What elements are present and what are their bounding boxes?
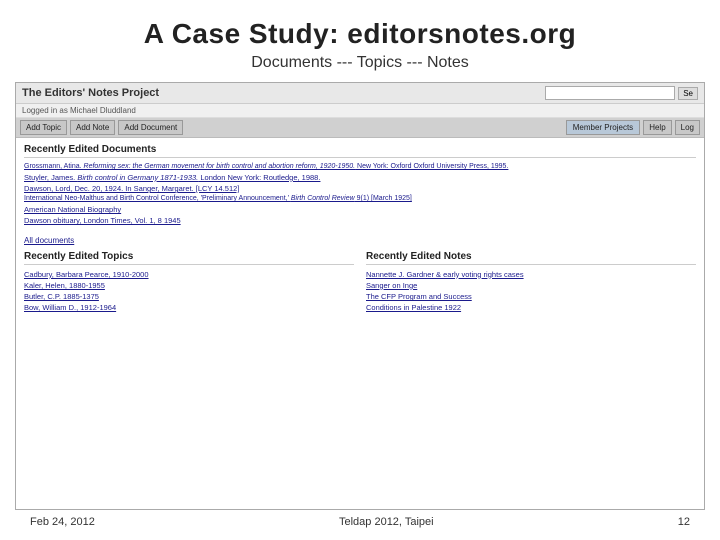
recently-edited-topics-title: Recently Edited Topics: [24, 251, 354, 265]
list-item[interactable]: International Neo-Malthus and Birth Cont…: [24, 194, 696, 204]
footer-page: 12: [678, 516, 690, 528]
member-projects-button[interactable]: Member Projects: [566, 120, 640, 135]
list-item[interactable]: Stuyler, James. Birth control in Germany…: [24, 172, 696, 183]
slide-container: A Case Study: editorsnotes.org Documents…: [0, 0, 720, 540]
logged-in-bar: Logged in as Michael Dluddland: [16, 104, 704, 118]
list-item[interactable]: Grossmann, Atina. Reforming sex: the Ger…: [24, 162, 696, 172]
add-document-button[interactable]: Add Document: [118, 120, 183, 135]
search-button[interactable]: Se: [678, 87, 698, 100]
list-item[interactable]: The CFP Program and Success: [366, 291, 696, 302]
footer-date: Feb 24, 2012: [30, 516, 95, 528]
browser-topbar: The Editors' Notes Project Se: [16, 83, 704, 104]
nav-bar: Add Topic Add Note Add Document Member P…: [16, 118, 704, 138]
help-button[interactable]: Help: [643, 120, 671, 135]
logged-in-text: Logged in as Michael Dluddland: [22, 106, 136, 115]
list-item[interactable]: Conditions in Palestine 1922: [366, 302, 696, 313]
notes-column: Recently Edited Notes Nannette J. Gardne…: [366, 251, 696, 314]
list-item[interactable]: Dawson, Lord, Dec. 20, 1924. In Sanger, …: [24, 183, 696, 194]
add-note-button[interactable]: Add Note: [70, 120, 115, 135]
two-column-section: Recently Edited Topics Cadbury, Barbara …: [24, 251, 696, 314]
list-item[interactable]: Kaler, Helen, 1880-1955: [24, 280, 354, 291]
list-item[interactable]: Sanger on Inge: [366, 280, 696, 291]
list-item[interactable]: Dawson obituary, London Times, Vol. 1, 8…: [24, 215, 696, 226]
documents-list: Grossmann, Atina. Reforming sex: the Ger…: [24, 162, 696, 227]
list-item[interactable]: Bow, William D., 1912-1964: [24, 302, 354, 313]
topics-column: Recently Edited Topics Cadbury, Barbara …: [24, 251, 354, 314]
slide-footer: Feb 24, 2012 Teldap 2012, Taipei 12: [20, 510, 700, 530]
footer-center: Teldap 2012, Taipei: [339, 516, 434, 528]
recently-edited-docs-title: Recently Edited Documents: [24, 144, 696, 158]
add-topic-button[interactable]: Add Topic: [20, 120, 67, 135]
topics-list: Cadbury, Barbara Pearce, 1910-2000 Kaler…: [24, 269, 354, 314]
browser-window: The Editors' Notes Project Se Logged in …: [15, 82, 705, 510]
list-item[interactable]: Cadbury, Barbara Pearce, 1910-2000: [24, 269, 354, 280]
list-item[interactable]: Butler, C.P. 1885-1375: [24, 291, 354, 302]
slide-title: A Case Study: editorsnotes.org: [144, 18, 576, 50]
list-item[interactable]: Nannette J. Gardner & early voting right…: [366, 269, 696, 280]
site-title: The Editors' Notes Project: [22, 87, 159, 99]
recently-edited-notes-title: Recently Edited Notes: [366, 251, 696, 265]
list-item[interactable]: American National Biography: [24, 204, 696, 215]
logout-button[interactable]: Log: [675, 120, 700, 135]
search-input[interactable]: [545, 86, 675, 100]
slide-subtitle: Documents --- Topics --- Notes: [251, 54, 469, 72]
all-documents-link[interactable]: All documents: [24, 236, 74, 245]
main-content: Recently Edited Documents Grossmann, Ati…: [16, 138, 704, 509]
notes-list: Nannette J. Gardner & early voting right…: [366, 269, 696, 314]
